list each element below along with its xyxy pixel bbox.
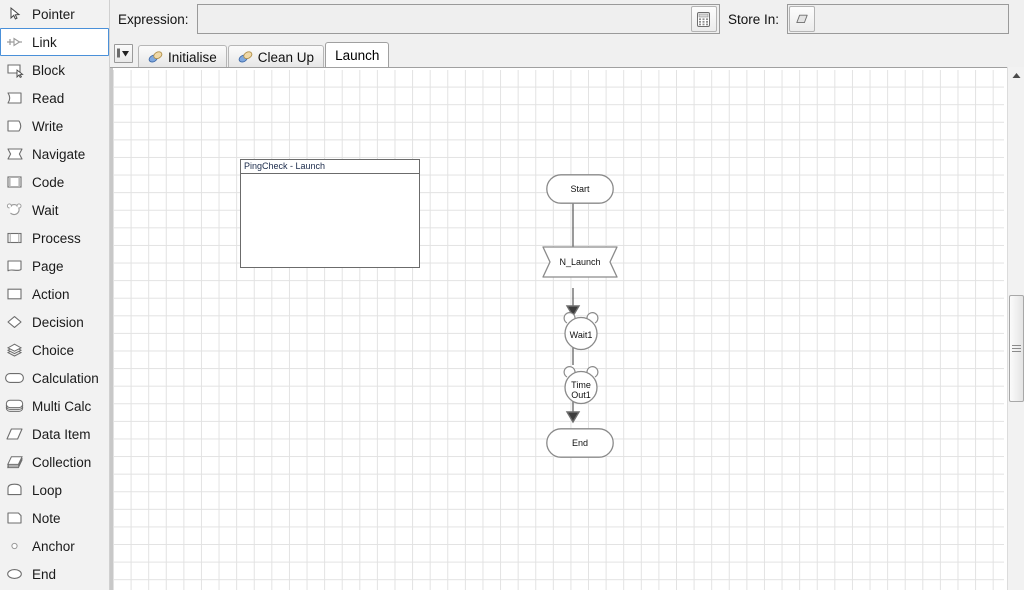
page-tab-strip: Initialise Clean Up Launch — [110, 38, 1024, 68]
toolbox-item-label: Pointer — [32, 6, 75, 22]
scroll-thumb[interactable] — [1009, 295, 1024, 402]
navigate-icon — [5, 145, 27, 163]
toolbox-item-label: Collection — [32, 454, 92, 470]
toolbox-item-label: Page — [32, 258, 64, 274]
toolbox-item-code[interactable]: Code — [0, 168, 109, 196]
toolbox-item-label: Code — [32, 174, 65, 190]
tab-label: Initialise — [168, 49, 217, 65]
toolbox-item-link[interactable]: Link — [0, 28, 109, 56]
link-icon — [5, 33, 27, 51]
flow-node-start[interactable]: Start — [546, 174, 614, 204]
action-icon — [5, 285, 27, 303]
page-icon — [5, 257, 27, 275]
flow-node-n-launch[interactable]: N_Launch — [542, 246, 618, 278]
tab-list-dropdown-icon[interactable] — [114, 44, 133, 63]
read-icon — [5, 89, 27, 107]
toolbox-item-multi-calc[interactable]: Multi Calc — [0, 392, 109, 420]
toolbox-item-label: Link — [32, 34, 57, 50]
toolbox-item-label: Loop — [32, 482, 63, 498]
tab-label: Launch — [335, 48, 380, 63]
toolbox-item-label: Write — [32, 118, 64, 134]
toolbox-item-block[interactable]: Block — [0, 56, 109, 84]
pointer-icon — [5, 5, 27, 23]
toolbox-item-label: Block — [32, 62, 66, 78]
process-icon — [5, 229, 27, 247]
toolbox-item-page[interactable]: Page — [0, 252, 109, 280]
note-icon — [5, 509, 27, 527]
anchor-icon — [5, 537, 27, 555]
note-title: PingCheck - Launch — [241, 160, 419, 174]
toolbox-item-action[interactable]: Action — [0, 280, 109, 308]
page-tab-icon — [148, 50, 163, 64]
toolbox-item-label: Data Item — [32, 426, 91, 442]
wait-icon — [5, 201, 27, 219]
note-shape[interactable]: PingCheck - Launch — [240, 159, 420, 268]
expression-field-wrapper[interactable] — [196, 4, 720, 34]
toolbox-item-write[interactable]: Write — [0, 112, 109, 140]
multicalc-icon — [5, 397, 27, 415]
toolbox-item-pointer[interactable]: Pointer — [0, 0, 109, 28]
tab-launch[interactable]: Launch — [325, 42, 390, 68]
page-tab-icon — [238, 50, 253, 64]
block-icon — [5, 61, 27, 79]
end-icon — [5, 565, 27, 583]
toolbox-item-label: Multi Calc — [32, 398, 92, 414]
expression-input[interactable] — [197, 6, 691, 32]
tab-label: Clean Up — [257, 49, 315, 65]
grip-icon — [1012, 344, 1021, 353]
code-icon — [5, 173, 27, 191]
note-body — [241, 174, 419, 178]
toolbox-item-anchor[interactable]: Anchor — [0, 532, 109, 560]
tab-clean-up[interactable]: Clean Up — [227, 45, 325, 68]
toolbox-item-label: Calculation — [32, 370, 99, 386]
toolbox-item-label: Decision — [32, 314, 84, 330]
toolbox-item-label: Process — [32, 230, 81, 246]
calculation-icon — [5, 369, 27, 387]
store-in-label: Store In: — [727, 11, 779, 27]
store-in-field-wrapper[interactable] — [787, 4, 1009, 34]
decision-icon — [5, 313, 27, 331]
toolbox-item-loop[interactable]: Loop — [0, 476, 109, 504]
flow-node-end[interactable]: End — [546, 428, 614, 458]
toolbox-item-calculation[interactable]: Calculation — [0, 364, 109, 392]
toolbox-item-label: Read — [32, 90, 65, 106]
toolbox-item-label: Choice — [32, 342, 75, 358]
toolbox-item-label: Action — [32, 286, 70, 302]
flow-node-wait1[interactable]: Wait1 — [554, 310, 608, 352]
loop-icon — [5, 481, 27, 499]
toolbox-item-choice[interactable]: Choice — [0, 336, 109, 364]
choice-icon — [5, 341, 27, 359]
canvas-vertical-scrollbar[interactable] — [1007, 67, 1024, 590]
scroll-up-icon[interactable] — [1008, 67, 1024, 84]
store-in-input[interactable] — [815, 6, 1008, 32]
toolbox-item-label: Note — [32, 510, 61, 526]
tab-initialise[interactable]: Initialise — [138, 45, 227, 68]
toolbox-item-collection[interactable]: Collection — [0, 448, 109, 476]
tabs-host: Initialise Clean Up Launch — [138, 42, 390, 68]
dataitem-icon — [5, 425, 27, 443]
collection-icon — [5, 453, 27, 471]
flow-node-timeout1[interactable]: Time Out1 — [554, 364, 608, 406]
toolbox-item-decision[interactable]: Decision — [0, 308, 109, 336]
toolbox-item-label: End — [32, 566, 57, 582]
toolbox-item-note[interactable]: Note — [0, 504, 109, 532]
toolbox-panel: Pointer Link Block Read Write Navigate Code… — [0, 0, 110, 590]
toolbox-item-wait[interactable]: Wait — [0, 196, 109, 224]
toolbox-item-label: Navigate — [32, 146, 86, 162]
diagram-canvas-area[interactable]: PingCheck - Launch Start N_Launch Wait1 … — [110, 67, 1024, 590]
toolbox-item-label: Anchor — [32, 538, 75, 554]
diagram-canvas[interactable]: PingCheck - Launch Start N_Launch Wait1 … — [113, 70, 1004, 590]
write-icon — [5, 117, 27, 135]
toolbox-item-read[interactable]: Read — [0, 84, 109, 112]
expression-toolbar: Expression: Store In: — [110, 0, 1024, 38]
dataitem-icon[interactable] — [789, 6, 815, 32]
toolbox-item-process[interactable]: Process — [0, 224, 109, 252]
toolbox-item-label: Wait — [32, 202, 59, 218]
process-designer-window: Pointer Link Block Read Write Navigate Code… — [0, 0, 1024, 590]
calculator-button[interactable] — [690, 6, 717, 32]
toolbox-item-data-item[interactable]: Data Item — [0, 420, 109, 448]
toolbox-item-navigate[interactable]: Navigate — [0, 140, 109, 168]
expression-label: Expression: — [118, 11, 189, 27]
toolbox-item-end[interactable]: End — [0, 560, 109, 588]
